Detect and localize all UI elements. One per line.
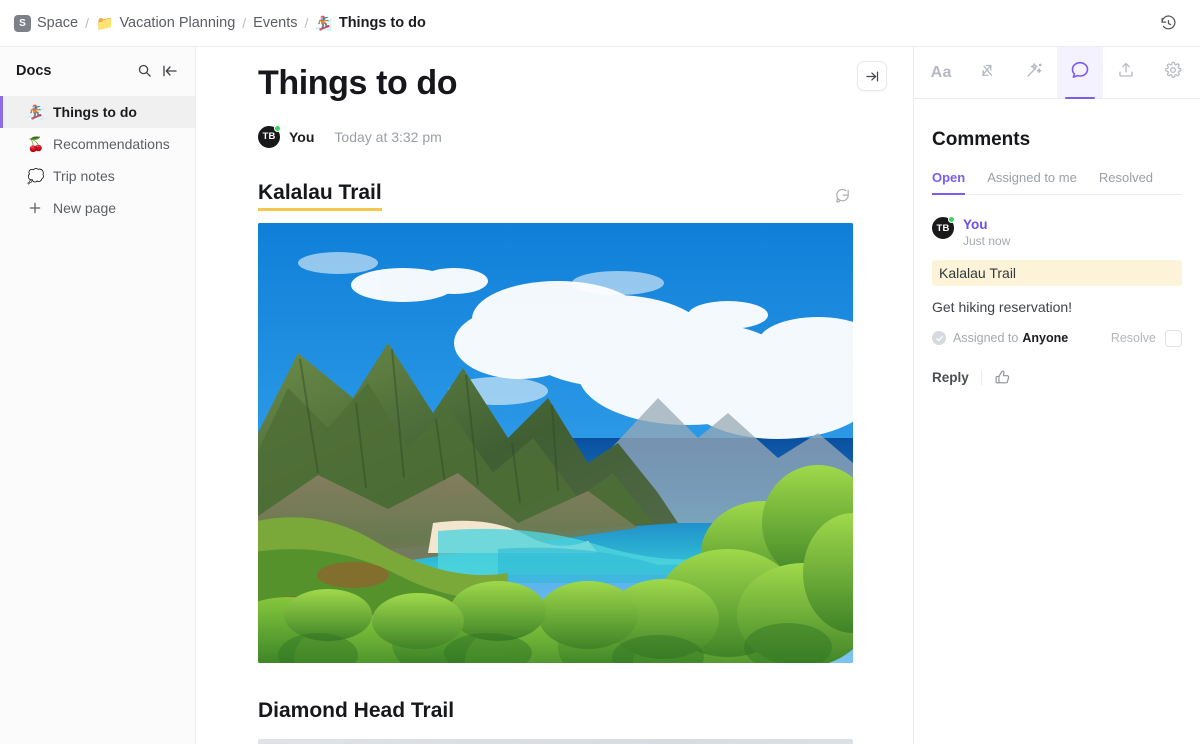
avatar[interactable]: TB — [258, 124, 281, 148]
comment-bubble-icon — [1070, 60, 1090, 85]
document-byline: TB You Today at 3:32 pm — [258, 124, 851, 148]
sidebar-header-actions — [133, 60, 181, 82]
filter-assigned-to-me[interactable]: Assigned to me — [987, 170, 1077, 194]
resolve-control[interactable]: Resolve — [1110, 329, 1182, 347]
comment-quoted-text[interactable]: Kalalau Trail — [932, 259, 1182, 286]
breadcrumb-label-space: Space — [37, 15, 79, 31]
sidebar-title: Docs — [16, 62, 52, 79]
thumbs-up-icon[interactable] — [994, 369, 1011, 386]
tab-text-format[interactable]: Aa — [918, 47, 964, 98]
breadcrumb-item-things-to-do[interactable]: 🏂 Things to do — [315, 15, 425, 31]
sidebar-doc-list: 🏂 Things to do 🍒 Recommendations 💭 Trip … — [0, 94, 195, 224]
comment-author[interactable]: You — [963, 217, 1010, 233]
expand-panel-icon[interactable] — [857, 61, 887, 91]
assignee-name[interactable]: Anyone — [1022, 331, 1068, 345]
top-bar: S Space / 📁 Vacation Planning / Events /… — [0, 0, 1200, 47]
document-area: Things to do TB You Today at 3:32 pm Kal… — [196, 47, 913, 744]
sidebar-item-label: Trip notes — [53, 168, 115, 184]
space-badge-icon: S — [14, 14, 31, 32]
checkbox-empty-icon[interactable] — [1165, 329, 1182, 347]
filter-resolved[interactable]: Resolved — [1099, 170, 1153, 194]
tab-share[interactable] — [1103, 47, 1149, 98]
share-upload-icon — [1117, 61, 1135, 84]
presence-dot-icon — [948, 216, 955, 223]
comments-filter-tabs: Open Assigned to me Resolved — [932, 170, 1182, 195]
reply-button[interactable]: Reply — [932, 370, 969, 385]
breadcrumb-separator: / — [85, 15, 90, 31]
sidebar-item-trip-notes[interactable]: 💭 Trip notes — [0, 160, 195, 192]
collapse-sidebar-icon[interactable] — [159, 60, 181, 82]
diamond-head-photo[interactable] — [258, 739, 853, 744]
right-panel: Aa Comments Open Assigned to me Resolved… — [913, 47, 1200, 744]
filter-open[interactable]: Open — [932, 170, 966, 195]
breadcrumb-label-vacation-planning: Vacation Planning — [119, 15, 236, 31]
search-icon[interactable] — [133, 60, 155, 82]
cherries-emoji-icon: 🍒 — [27, 136, 45, 152]
resolve-label: Resolve — [1110, 331, 1156, 346]
tab-comments[interactable] — [1056, 47, 1104, 99]
tab-relationships[interactable] — [964, 47, 1010, 98]
sidebar-item-label: Things to do — [53, 104, 137, 120]
document-author: You — [289, 128, 315, 145]
document-timestamp: Today at 3:32 pm — [334, 128, 442, 145]
comment-thread: TB You Just now Kalalau Trail Get hiking… — [932, 195, 1182, 386]
breadcrumb-label-events: Events — [253, 15, 298, 31]
presence-dot-icon — [274, 124, 281, 132]
comment-bubble-icon[interactable] — [834, 187, 851, 204]
page-title[interactable]: Things to do — [258, 63, 851, 104]
thought-balloon-emoji-icon: 💭 — [27, 168, 45, 184]
gear-settings-icon — [1164, 61, 1182, 84]
breadcrumb-label-things-to-do: Things to do — [338, 15, 426, 31]
folder-icon: 📁 — [96, 15, 114, 31]
tab-settings[interactable] — [1150, 47, 1196, 98]
skier-emoji-icon: 🏂 — [315, 15, 333, 31]
assigned-to-label: Assigned to — [953, 331, 1019, 346]
breadcrumb-item-events[interactable]: Events — [253, 15, 297, 31]
sidebar-item-label: Recommendations — [53, 136, 170, 152]
section-heading-kalalau[interactable]: Kalalau Trail — [258, 180, 382, 212]
avatar[interactable]: TB — [932, 216, 955, 239]
breadcrumb-separator: / — [304, 15, 309, 31]
section-heading-diamond-head[interactable]: Diamond Head Trail — [258, 699, 851, 723]
app-root: S Space / 📁 Vacation Planning / Events /… — [0, 0, 1200, 744]
section-heading-row: Kalalau Trail — [258, 180, 851, 212]
photo-illustration — [258, 223, 853, 664]
comments-title: Comments — [932, 129, 1031, 150]
sidebar-new-page-label: New page — [53, 200, 117, 216]
top-bar-actions — [1154, 9, 1186, 37]
sidebar-item-things-to-do[interactable]: 🏂 Things to do — [0, 96, 195, 128]
document-content: Things to do TB You Today at 3:32 pm Kal… — [196, 47, 913, 744]
breadcrumb-item-space[interactable]: S Space — [14, 14, 79, 32]
comment-meta: You Just now — [963, 217, 1010, 248]
breadcrumb-item-vacation-planning[interactable]: 📁 Vacation Planning — [96, 15, 235, 31]
history-clock-icon[interactable] — [1154, 9, 1182, 37]
kalalau-trail-photo[interactable] — [258, 223, 853, 664]
text-format-icon: Aa — [930, 63, 952, 81]
relationships-icon — [978, 61, 996, 84]
comment-assignment-row: Assigned to Anyone Resolve — [932, 329, 1182, 347]
skier-emoji-icon: 🏂 — [27, 104, 45, 120]
comment-actions: Reply — [932, 369, 1182, 386]
action-divider — [980, 369, 982, 385]
breadcrumb: S Space / 📁 Vacation Planning / Events /… — [14, 14, 426, 32]
tab-ai-assist[interactable] — [1011, 47, 1057, 98]
sidebar-header: Docs — [0, 47, 195, 94]
plus-icon — [27, 201, 43, 215]
sidebar-item-recommendations[interactable]: 🍒 Recommendations — [0, 128, 195, 160]
sidebar-new-page-button[interactable]: New page — [0, 192, 195, 224]
sidebar: Docs 🏂 Things to do 🍒 Recommendations 💭 … — [0, 47, 196, 744]
comment-body: Get hiking reservation! — [932, 298, 1073, 315]
breadcrumb-separator: / — [242, 15, 247, 31]
comment-time: Just now — [963, 233, 1011, 248]
check-circle-icon[interactable] — [932, 331, 946, 346]
comments-panel-body: Comments Open Assigned to me Resolved TB… — [914, 129, 1200, 386]
magic-wand-ai-icon — [1024, 61, 1043, 85]
comment-header: TB You Just now — [932, 216, 1182, 248]
right-panel-tabs: Aa — [914, 47, 1200, 99]
